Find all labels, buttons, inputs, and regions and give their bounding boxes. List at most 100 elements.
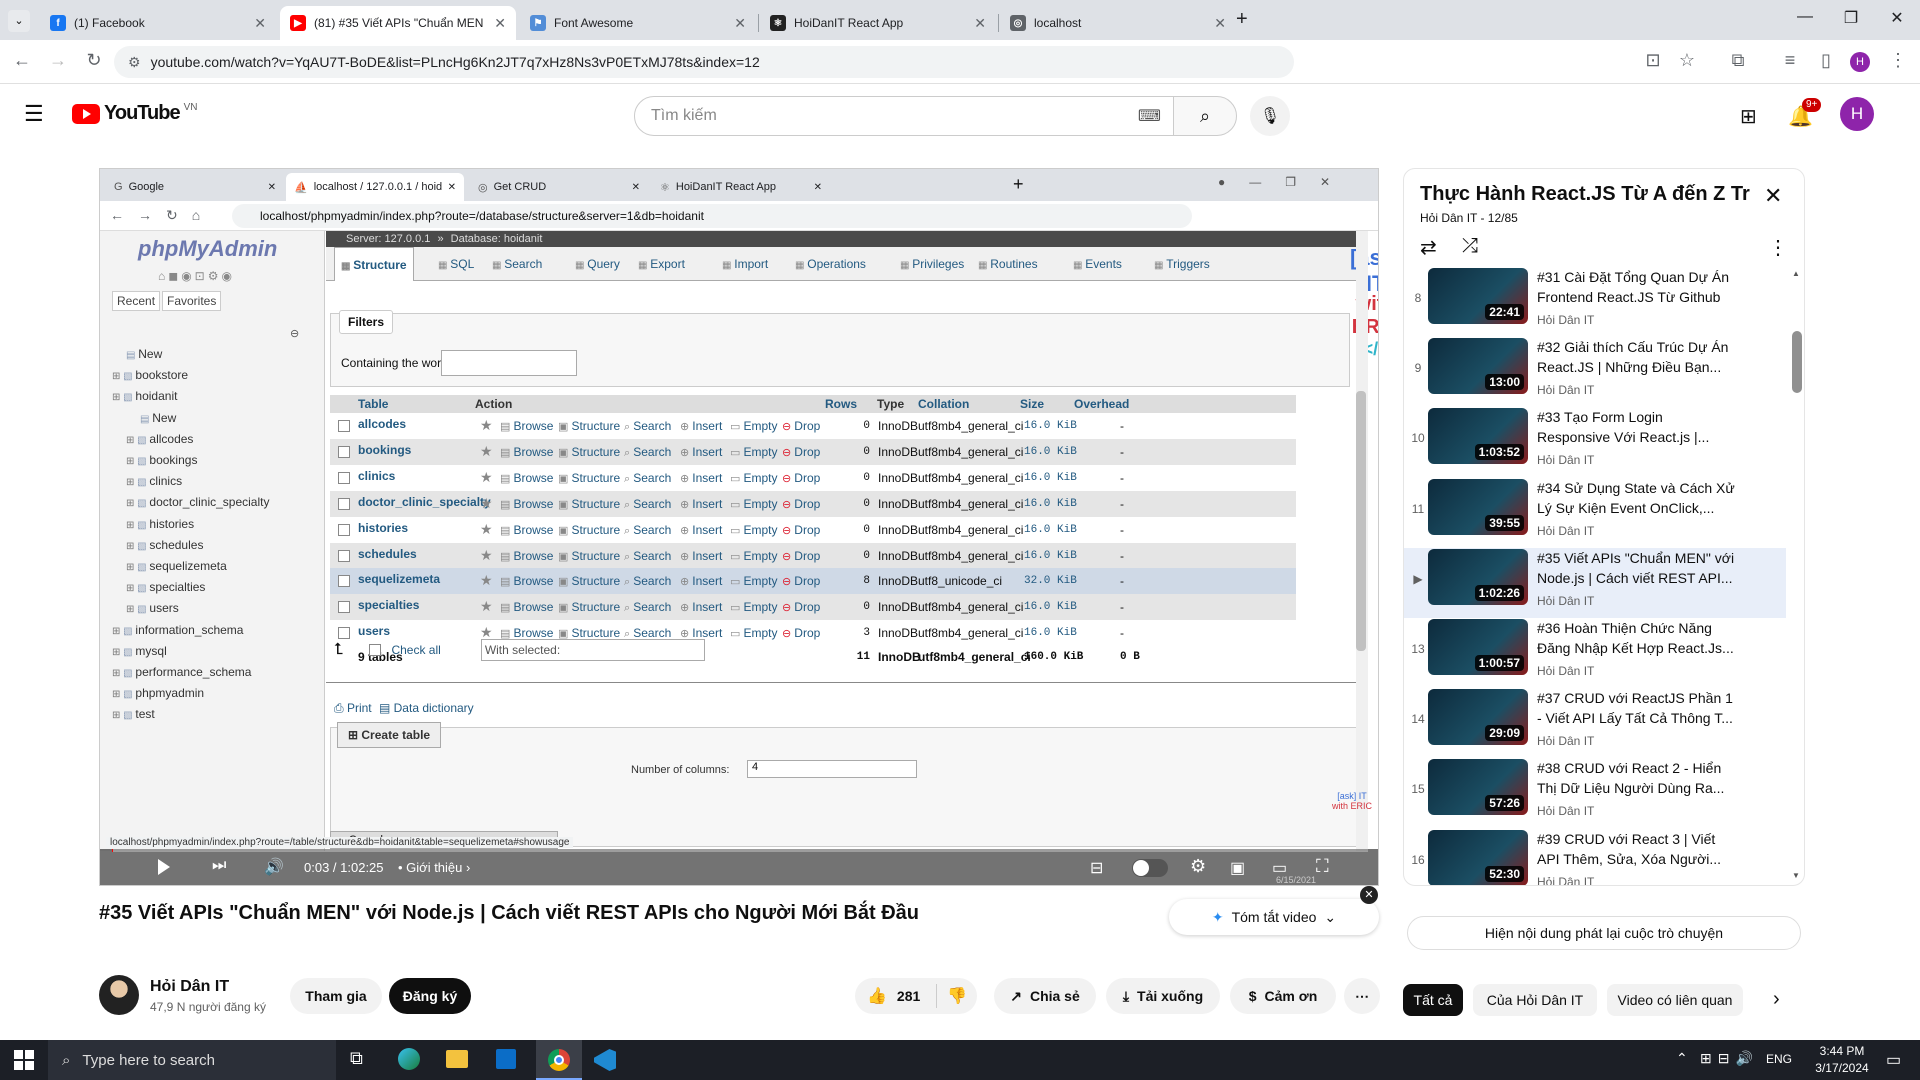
chip-all[interactable]: Tất cả — [1403, 984, 1463, 1016]
notification-center-icon[interactable]: ▭ — [1886, 1050, 1901, 1070]
create-video-icon[interactable]: ⊞ — [1740, 104, 1757, 129]
playlist-menu-icon[interactable]: ⋮ — [1768, 235, 1788, 260]
playlist-item[interactable]: 16 52:30 #39 CRUD với React 3 | Viết API T… — [1404, 829, 1786, 885]
shuffle-icon[interactable]: ⤮ — [1462, 235, 1478, 258]
user-avatar[interactable]: H — [1840, 97, 1874, 131]
playlist-item[interactable]: 10 1:03:52 #33 Tạo Form Login Responsive V… — [1404, 407, 1786, 477]
join-button[interactable]: Tham gia — [290, 978, 382, 1014]
forward-icon[interactable]: → — [46, 50, 70, 71]
loop-icon[interactable]: ⇄ — [1420, 235, 1437, 260]
new-tab-button[interactable]: + — [1236, 8, 1248, 31]
vscode-icon[interactable] — [594, 1049, 616, 1071]
playlist-item[interactable]: 11 39:55 #34 Sử Dụng State và Cách Xử Lý S… — [1404, 478, 1786, 548]
like-button[interactable]: 👍 281 — [867, 986, 920, 1006]
playlist-item[interactable]: 13 1:00:57 #36 Hoàn Thiện Chức Năng Đăng N… — [1404, 618, 1786, 688]
playlist-scrollbar[interactable] — [1792, 331, 1802, 393]
summary-button[interactable]: ✦ Tóm tắt video ⌄ — [1169, 899, 1379, 935]
progress-bar[interactable] — [112, 849, 1368, 852]
youtube-logo[interactable]: YouTube VN — [72, 102, 197, 125]
bookmark-star-icon[interactable]: ☆ — [1675, 50, 1699, 71]
download-button[interactable]: ⤓ Tải xuống — [1106, 978, 1220, 1014]
chapter-title[interactable]: • Giới thiệu › — [398, 860, 470, 875]
settings-gear-icon[interactable]: ⚙ — [1190, 856, 1206, 877]
playlist-item-title: #31 Cài Đặt Tổng Quan Dự Án Frontend Rea… — [1537, 269, 1730, 305]
minimize-button[interactable]: — — [1790, 8, 1820, 26]
video-player[interactable]: GGoogle✕ ⛵localhost / 127.0.0.1 / hoidani… — [99, 168, 1379, 886]
language-indicator[interactable]: ENG — [1766, 1052, 1792, 1066]
address-bar[interactable]: ⚙ youtube.com/watch?v=YqAU7T-BoDE&list=P… — [114, 46, 1294, 78]
close-tab-icon[interactable]: ✕ — [1214, 15, 1226, 32]
autoplay-toggle[interactable] — [1132, 859, 1168, 877]
more-actions-button[interactable]: ⋯ — [1344, 978, 1380, 1014]
close-tab-icon[interactable]: ✕ — [254, 15, 266, 32]
close-window-button[interactable]: ✕ — [1882, 8, 1912, 28]
browser-tab[interactable]: ⚑ Font Awesome ✕ — [520, 6, 756, 40]
search-button[interactable]: ⌕ — [1173, 96, 1237, 136]
browser-tab[interactable]: f (1) Facebook ✕ — [40, 6, 276, 40]
subscribe-button[interactable]: Đăng ký — [389, 978, 471, 1014]
row-collation: utf8mb4_general_ci — [918, 522, 1024, 537]
windows-start-icon[interactable] — [14, 1050, 34, 1070]
close-tab-icon[interactable]: ✕ — [734, 15, 746, 32]
reload-icon[interactable]: ↻ — [82, 50, 106, 71]
store-icon[interactable] — [496, 1049, 516, 1069]
playlist-close-icon[interactable]: ✕ — [1764, 183, 1782, 209]
database-icon: ▧ — [137, 477, 150, 489]
chat-replay-button[interactable]: Hiện nội dung phát lại cuộc trò chuyện — [1407, 916, 1801, 950]
channel-name[interactable]: Hỏi Dân IT — [150, 978, 229, 996]
taskbar-clock[interactable]: 3:44 PM 3/17/2024 — [1802, 1044, 1882, 1075]
close-tab-icon[interactable]: ✕ — [494, 15, 506, 32]
keyboard-icon[interactable]: ⌨ — [1138, 106, 1161, 126]
browser-tab[interactable]: ◎ localhost ✕ — [1000, 6, 1236, 40]
browser-tab[interactable]: ⚛ HoiDanIT React App ✕ — [760, 6, 996, 40]
scroll-up-arrow-icon[interactable]: ▲ — [1792, 269, 1800, 278]
channel-avatar[interactable] — [99, 975, 139, 1015]
next-video-icon[interactable]: ⏭ — [212, 857, 226, 875]
like-dislike-group: 👍 281 👎 — [855, 978, 977, 1014]
playlist-item[interactable]: ▶ 1:02:26 #35 Viết APIs "Chuẩn MEN" với No… — [1404, 547, 1786, 618]
playlist-item[interactable]: 14 29:09 #37 CRUD với ReactJS Phần 1 - Viế… — [1404, 688, 1786, 758]
tab-search-button[interactable]: ⌄ — [8, 10, 30, 32]
chip-channel[interactable]: Của Hỏi Dân IT — [1473, 984, 1597, 1016]
extensions-icon[interactable]: ⧉ — [1726, 50, 1750, 71]
share-button[interactable]: ↗ Chia sẻ — [994, 978, 1096, 1014]
play-icon[interactable] — [158, 859, 170, 875]
browser-tab[interactable]: ▶ (81) #35 Viết APIs "Chuẩn MEN ✕ — [280, 6, 516, 40]
voice-search-button[interactable]: 🎙 — [1250, 96, 1290, 136]
install-app-icon[interactable]: ⊡ — [1641, 50, 1665, 71]
dislike-button[interactable]: 👎 — [947, 986, 967, 1006]
url-text[interactable]: youtube.com/watch?v=YqAU7T-BoDE&list=PLn… — [151, 54, 760, 70]
miniplayer-icon[interactable]: ▣ — [1230, 858, 1245, 878]
task-view-icon[interactable]: ⧉ — [350, 1048, 363, 1069]
thanks-button[interactable]: $ Cảm ơn — [1230, 978, 1336, 1014]
close-tab-icon[interactable]: ✕ — [974, 15, 986, 32]
playlist-item[interactable]: 8 22:41 #31 Cài Đặt Tổng Quan Dự Án Fronte… — [1404, 267, 1786, 337]
chips-next-icon[interactable]: › — [1773, 988, 1780, 1011]
browser-menu-icon[interactable]: ⋮ — [1886, 50, 1910, 71]
playlist-title[interactable]: Thực Hành React.JS Từ A đến Z Tro... — [1420, 183, 1750, 206]
row-engine: InnoDB — [878, 522, 919, 537]
site-info-icon[interactable]: ⚙ — [128, 54, 141, 71]
show-hidden-icons[interactable]: ⌃ — [1676, 1050, 1688, 1067]
row-overhead: - — [1120, 600, 1124, 615]
volume-icon[interactable]: 🔊 — [264, 857, 284, 877]
side-panel-icon[interactable]: ▯ — [1814, 50, 1838, 71]
chrome-icon[interactable] — [536, 1040, 582, 1080]
media-control-icon[interactable]: ≡ — [1778, 50, 1802, 71]
chip-related[interactable]: Video có liên quan — [1607, 984, 1743, 1016]
insert-icon: ⊕ — [680, 602, 693, 615]
playlist-item[interactable]: 15 57:26 #38 CRUD với React 2 - Hiển Thị D… — [1404, 758, 1786, 828]
subtitles-icon[interactable]: ⊟ — [1090, 858, 1103, 878]
search-input[interactable]: Tìm kiếm ⌨ — [634, 96, 1174, 136]
row-collation: utf8mb4_general_ci — [918, 548, 1024, 563]
taskbar-search-box[interactable]: ⌕ Type here to search — [48, 1040, 336, 1080]
back-icon[interactable]: ← — [10, 50, 34, 71]
restore-button[interactable]: ❐ — [1836, 8, 1866, 28]
profile-avatar[interactable]: H — [1850, 52, 1870, 72]
scroll-down-arrow-icon[interactable]: ▼ — [1792, 871, 1800, 880]
file-explorer-icon[interactable] — [446, 1050, 468, 1068]
playlist-item[interactable]: 9 13:00 #32 Giải thích Cấu Trúc Dự Án Reac… — [1404, 337, 1786, 407]
fullscreen-icon[interactable]: ⛶ — [1316, 856, 1329, 877]
edge-icon[interactable] — [398, 1048, 420, 1070]
hamburger-menu-icon[interactable]: ☰ — [24, 103, 44, 125]
